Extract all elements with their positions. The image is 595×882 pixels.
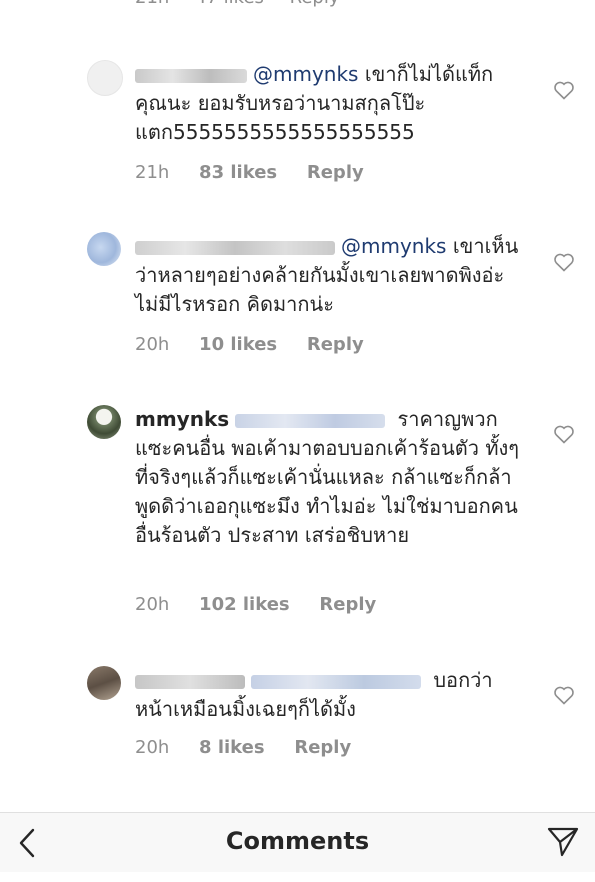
heart-icon[interactable] <box>552 683 576 707</box>
bottom-navigation-bar: Comments <box>0 812 595 873</box>
bottom-edge <box>0 872 595 882</box>
comment-time: 21h <box>135 162 170 183</box>
comment-likes[interactable]: 102 likes <box>199 594 290 615</box>
mention-link[interactable]: @mmynks <box>341 234 446 258</box>
comment-time: 21h <box>135 0 169 8</box>
comment-text: mmynks ราคาญพวกแซะคนอื่น พอเค้ามาตอบบอกเ… <box>135 405 525 550</box>
reply-button[interactable]: Reply <box>307 162 364 183</box>
comment-meta: 20h 102 likes Reply <box>135 594 400 615</box>
comment-likes[interactable]: 83 likes <box>199 162 277 183</box>
blurred-username[interactable] <box>135 240 335 255</box>
comment-meta: 20h 10 likes Reply <box>135 334 388 355</box>
comment-text: @mmynks เขาเห็นว่าหลายๆอย่างคล้ายกันมั้ง… <box>135 232 525 319</box>
comment-time: 20h <box>135 737 170 758</box>
comment-time: 20h <box>135 334 170 355</box>
page-title: Comments <box>225 827 370 855</box>
reply-button[interactable]: Reply <box>290 0 340 8</box>
blurred-username[interactable] <box>135 68 247 83</box>
comment-meta: 20h 8 likes Reply <box>135 737 375 758</box>
reply-button[interactable]: Reply <box>307 334 364 355</box>
mention-link[interactable]: @mmynks <box>253 62 358 86</box>
avatar[interactable] <box>87 60 123 96</box>
comment-text: บอกว่าหน้าเหมือนมิ้งเฉยๆก็ได้มั้ง <box>135 666 525 724</box>
heart-icon[interactable] <box>552 422 576 446</box>
comment-likes[interactable]: 10 likes <box>199 334 277 355</box>
blurred-mention[interactable] <box>251 674 421 689</box>
heart-icon[interactable] <box>552 250 576 274</box>
heart-icon[interactable] <box>552 78 576 102</box>
comment-text: @mmynks เขาก็ไม่ได้แท็กคุณนะ ยอมรับหรอว่… <box>135 60 525 147</box>
reply-button[interactable]: Reply <box>294 737 351 758</box>
send-icon[interactable] <box>546 825 580 859</box>
previous-comment-meta: 21h 47 likes Reply <box>135 0 360 8</box>
blurred-username[interactable] <box>135 674 245 689</box>
blurred-mention[interactable] <box>235 413 386 428</box>
comment-time: 20h <box>135 594 170 615</box>
reply-button[interactable]: Reply <box>319 594 376 615</box>
comment-meta: 21h 83 likes Reply <box>135 162 388 183</box>
comment-likes[interactable]: 8 likes <box>199 737 265 758</box>
avatar[interactable] <box>87 232 121 266</box>
avatar[interactable] <box>87 666 121 700</box>
comment-username[interactable]: mmynks <box>135 407 229 431</box>
avatar[interactable] <box>87 405 121 439</box>
comment-likes[interactable]: 47 likes <box>195 0 264 8</box>
